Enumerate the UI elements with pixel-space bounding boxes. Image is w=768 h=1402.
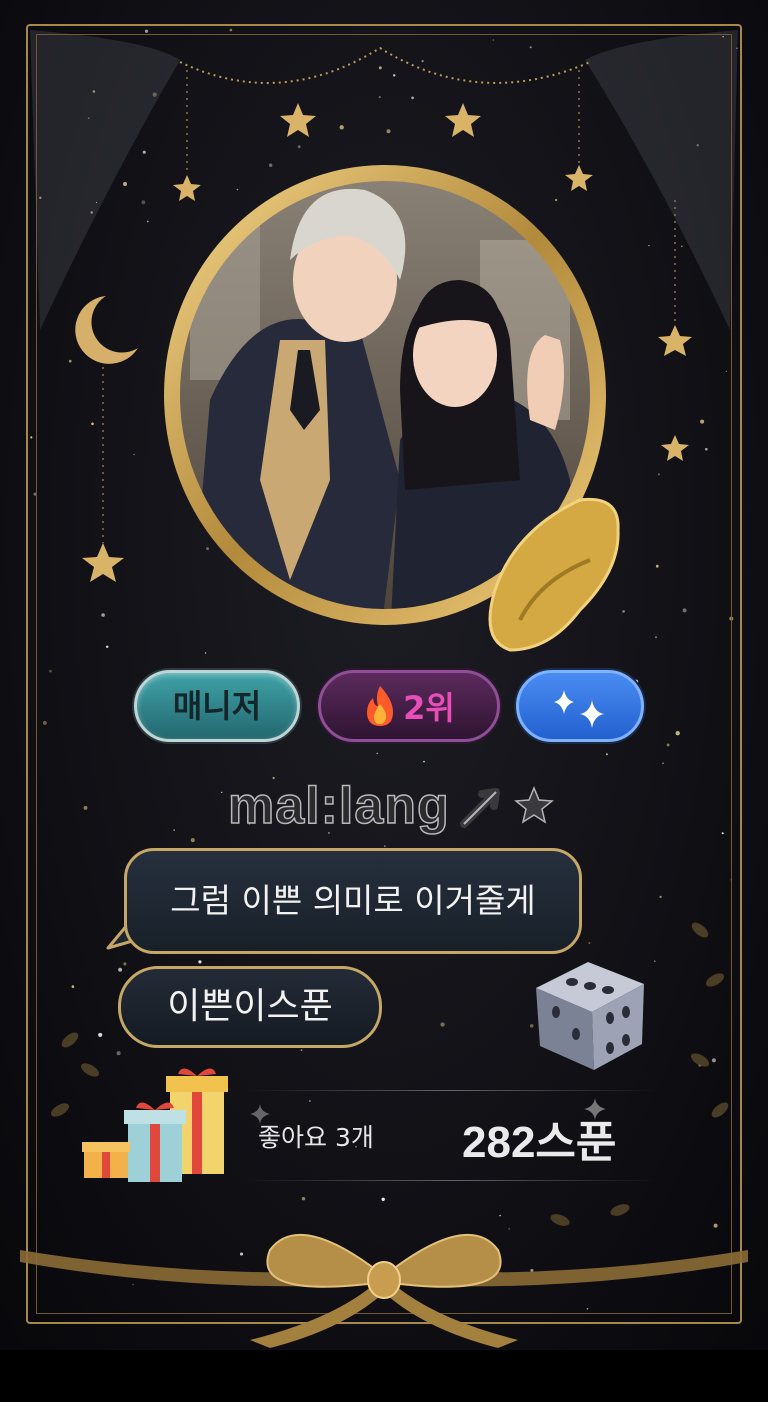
fire-icon bbox=[367, 686, 394, 726]
chat-message-text: 그럼 이쁜 의미로 이거줄게 bbox=[170, 881, 536, 920]
gift-icon bbox=[82, 1068, 228, 1182]
sparkle-badge[interactable] bbox=[516, 670, 644, 742]
likes-count: 좋아요 3개 bbox=[258, 1123, 374, 1152]
username[interactable]: mal:lang bbox=[227, 776, 450, 836]
ribbon-bow-icon bbox=[20, 1234, 748, 1348]
spoon-points: 282스푼 bbox=[462, 1118, 617, 1167]
sparkles-icon bbox=[554, 690, 604, 728]
dice-icon[interactable] bbox=[526, 952, 656, 1072]
profile-portrait[interactable] bbox=[150, 150, 620, 652]
item-name-text: 이쁜이스푼 bbox=[167, 986, 333, 1027]
chat-message-bubble: 그럼 이쁜 의미로 이거줄게 bbox=[124, 848, 582, 954]
bottom-blank-bar bbox=[0, 1350, 768, 1402]
separator-bottom bbox=[244, 1180, 660, 1181]
rank-up-icon bbox=[460, 786, 554, 828]
rank-badge: 2위 bbox=[318, 670, 500, 742]
manager-badge: 매니저 bbox=[134, 670, 300, 742]
separator-top bbox=[244, 1090, 660, 1091]
spoon-card: 매니저 2위 mal:lang 그럼 이쁜 의미로 이거줄게 이쁜이스푼 좋아요… bbox=[0, 0, 768, 1350]
item-name-chip: 이쁜이스푼 bbox=[118, 966, 382, 1048]
rank-badge-label: 2위 bbox=[403, 689, 455, 727]
manager-badge-label: 매니저 bbox=[172, 687, 262, 725]
